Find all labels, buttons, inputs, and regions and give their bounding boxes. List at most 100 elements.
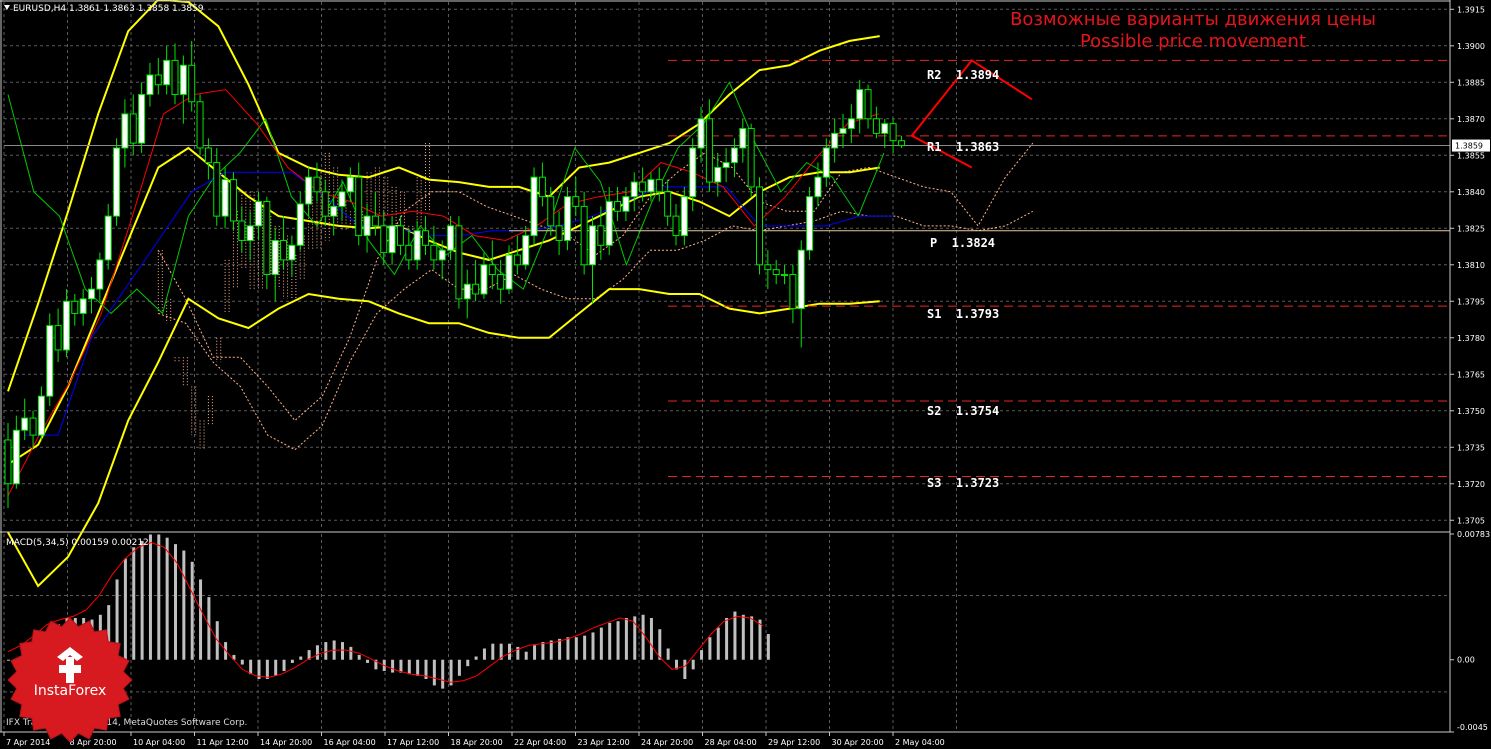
candle (213, 162, 221, 217)
macd-bar (508, 643, 511, 660)
candle (455, 225, 463, 300)
candle (138, 93, 146, 144)
candle (263, 201, 271, 276)
macd-bar (708, 637, 712, 660)
macd-bar (148, 534, 152, 660)
macd-bar (157, 534, 161, 660)
macd-bar (616, 621, 620, 660)
candle (422, 230, 429, 246)
candle (255, 201, 262, 227)
logo-text: InstaForex (33, 683, 107, 699)
macd-bar (315, 645, 319, 660)
candle (313, 176, 321, 193)
candle (522, 235, 530, 266)
time-tick-label: 18 Apr 20:00 (451, 738, 503, 747)
time-tick-label: 17 Apr 12:00 (387, 738, 439, 747)
candle (321, 191, 329, 217)
price-tick-label: 1.3735 (1457, 443, 1485, 452)
candle (88, 288, 95, 300)
price-tick-label: 1.3795 (1457, 297, 1485, 306)
price-tick-label: 1.3870 (1457, 115, 1485, 124)
macd-bar (349, 646, 353, 660)
candle (605, 201, 613, 246)
forecast-title-en: Possible price movement (1079, 31, 1307, 52)
candle (538, 176, 546, 198)
price-tick-label: 1.3810 (1457, 261, 1485, 270)
candle (12, 429, 20, 485)
candle (705, 118, 713, 183)
macd-bar (416, 659, 420, 676)
candle (547, 196, 555, 227)
price-tick-label: 1.3750 (1457, 407, 1485, 416)
candle (714, 166, 722, 183)
macd-bar (725, 617, 729, 660)
macd-bar (366, 659, 370, 663)
candle (288, 244, 296, 261)
pivot-label-s1: S1 1.3793 (927, 307, 1000, 321)
symbol-label: EURUSD,H4 (13, 4, 67, 14)
candle (280, 239, 288, 261)
candle (338, 191, 346, 207)
candle (589, 225, 596, 266)
candle (380, 225, 388, 254)
macd-bar (741, 614, 745, 660)
candle (756, 186, 763, 266)
macd-bar (432, 659, 436, 686)
macd-tick-label: 0.00783 (1457, 530, 1490, 539)
price-tick-label: 1.3900 (1457, 42, 1485, 51)
candle (730, 147, 738, 164)
macd-tick-label: 0.00 (1457, 656, 1475, 665)
candle (405, 244, 413, 261)
macd-bar (407, 659, 411, 675)
candle (572, 196, 580, 207)
macd-bar (624, 617, 628, 660)
candle (513, 254, 521, 266)
candle (672, 215, 680, 237)
macd-bar (182, 550, 186, 660)
candle (781, 274, 789, 277)
candle (413, 230, 421, 261)
candle (271, 239, 279, 276)
macd-label: MACD(5,34,5) 0.00159 0.00212 (6, 538, 149, 548)
candle (680, 196, 688, 237)
candle (129, 113, 137, 144)
candle (831, 132, 839, 149)
price-tick-label: 1.3705 (1457, 516, 1485, 525)
candle (505, 254, 513, 290)
macd-bar (482, 648, 486, 660)
macd-bar (524, 651, 528, 660)
candle (371, 215, 379, 227)
candle (555, 225, 563, 241)
candle (171, 59, 179, 95)
candle (438, 249, 446, 261)
candle (46, 325, 54, 397)
dropdown-arrow-icon[interactable] (4, 5, 10, 10)
candle (664, 191, 672, 217)
candle (62, 300, 70, 351)
candle (739, 128, 747, 149)
macd-bar (583, 635, 587, 660)
price-tick-label: 1.3885 (1457, 78, 1485, 87)
price-tick-label: 1.3915 (1457, 5, 1485, 14)
candle (146, 74, 154, 95)
macd-bar (608, 622, 612, 660)
macd-bar (599, 627, 603, 660)
price-tick-label: 1.3840 (1457, 188, 1485, 197)
candle (238, 220, 246, 241)
macd-bar (700, 650, 704, 660)
candle (346, 176, 354, 193)
price-chart[interactable]: 1.3915 1.3900 1.3885 1.3870 1.3855 1.3840 1.38… (0, 0, 1491, 749)
candle (121, 113, 129, 149)
candle (163, 59, 171, 86)
instaforex-logo: InstaForex (7, 617, 133, 743)
candle (722, 162, 730, 168)
candle (530, 176, 538, 237)
macd-bar (658, 629, 662, 660)
time-tick-label: 24 Apr 20:00 (641, 738, 693, 747)
ohlc-label: 1.3861 1.3863 1.3858 1.3859 (69, 4, 204, 14)
chart-background (0, 0, 1491, 749)
candle (497, 274, 505, 290)
pivot-label-p: P 1.3824 (930, 236, 996, 250)
forecast-title-ru: Возможные варианты движения цены (1010, 9, 1376, 30)
candle (363, 215, 371, 237)
